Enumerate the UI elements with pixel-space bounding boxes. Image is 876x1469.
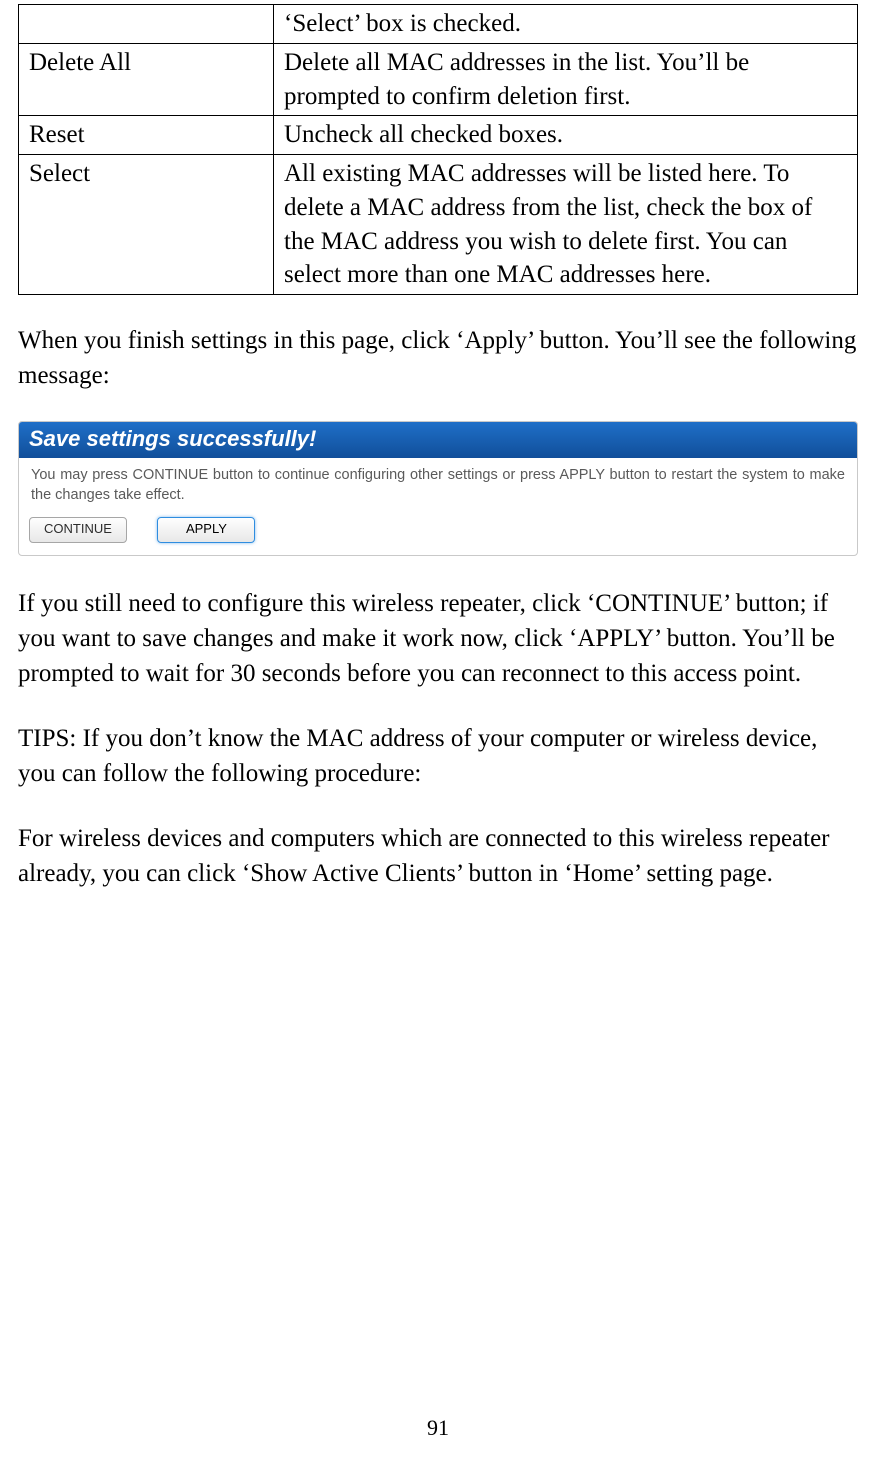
- desc-cell: Delete all MAC addresses in the list. Yo…: [274, 43, 858, 116]
- term-cell: Delete All: [19, 43, 274, 116]
- page-number: 91: [0, 1415, 876, 1441]
- document-page: ‘Select’ box is checked. Delete All Dele…: [0, 4, 876, 1469]
- dialog-title: Save settings successfully!: [19, 422, 857, 458]
- desc-cell: All existing MAC addresses will be liste…: [274, 155, 858, 295]
- term-cell: Select: [19, 155, 274, 295]
- dialog-button-row: CONTINUE APPLY: [19, 515, 857, 555]
- term-cell: [19, 5, 274, 44]
- table-row: Delete All Delete all MAC addresses in t…: [19, 43, 858, 116]
- paragraph: For wireless devices and computers which…: [18, 821, 858, 891]
- paragraph: When you finish settings in this page, c…: [18, 323, 858, 393]
- dialog-body-text: You may press CONTINUE button to continu…: [19, 458, 857, 515]
- table-row: Select All existing MAC addresses will b…: [19, 155, 858, 295]
- continue-button[interactable]: CONTINUE: [29, 517, 127, 543]
- apply-button[interactable]: APPLY: [157, 517, 255, 543]
- desc-cell: ‘Select’ box is checked.: [274, 5, 858, 44]
- desc-cell: Uncheck all checked boxes.: [274, 116, 858, 155]
- table-row: Reset Uncheck all checked boxes.: [19, 116, 858, 155]
- paragraph: If you still need to configure this wire…: [18, 586, 858, 691]
- term-cell: Reset: [19, 116, 274, 155]
- table-row: ‘Select’ box is checked.: [19, 5, 858, 44]
- definitions-table: ‘Select’ box is checked. Delete All Dele…: [18, 4, 858, 295]
- paragraph: TIPS: If you don’t know the MAC address …: [18, 721, 858, 791]
- save-settings-dialog: Save settings successfully! You may pres…: [18, 421, 858, 556]
